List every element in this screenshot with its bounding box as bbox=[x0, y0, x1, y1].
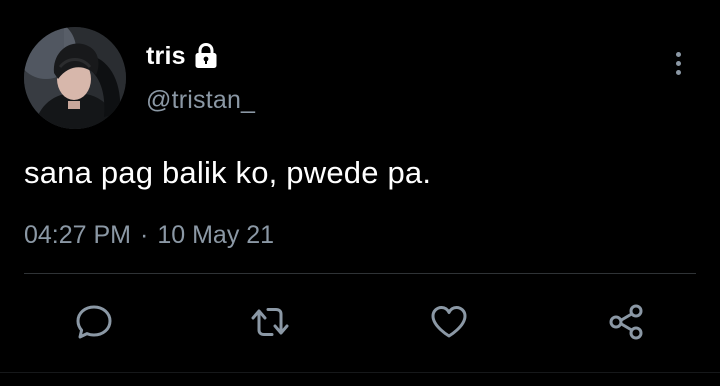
share-button[interactable] bbox=[604, 300, 648, 344]
divider bbox=[24, 273, 696, 274]
meta-separator: · bbox=[140, 221, 149, 249]
like-button[interactable] bbox=[427, 300, 471, 344]
reply-button[interactable] bbox=[72, 300, 116, 344]
tweet-text: sana pag balik ko, pwede pa. bbox=[24, 155, 432, 190]
heart-icon bbox=[429, 302, 469, 342]
bottom-divider bbox=[0, 372, 720, 373]
tweet-timestamp[interactable]: 04:27 PM · 10 May 21 bbox=[24, 221, 274, 250]
action-bar bbox=[0, 300, 720, 344]
avatar[interactable] bbox=[24, 27, 126, 129]
display-name-row: tris bbox=[146, 39, 218, 73]
retweet-button[interactable] bbox=[248, 300, 292, 344]
lock-icon bbox=[194, 43, 218, 69]
comment-icon bbox=[74, 302, 114, 342]
handle[interactable]: @tristan_ bbox=[146, 86, 255, 115]
display-name[interactable]: tris bbox=[146, 42, 186, 71]
more-vertical-icon bbox=[675, 51, 681, 57]
tweet: tris @tristan_ sana pag balik ko, pwede … bbox=[0, 0, 720, 386]
more-options-button[interactable] bbox=[664, 48, 692, 78]
share-icon bbox=[606, 302, 646, 342]
tweet-time: 04:27 PM bbox=[24, 221, 132, 249]
retweet-icon bbox=[249, 302, 291, 342]
more-vertical-icon-dot bbox=[675, 60, 681, 66]
tweet-date: 10 May 21 bbox=[157, 221, 275, 249]
more-vertical-icon-dot bbox=[675, 69, 681, 75]
